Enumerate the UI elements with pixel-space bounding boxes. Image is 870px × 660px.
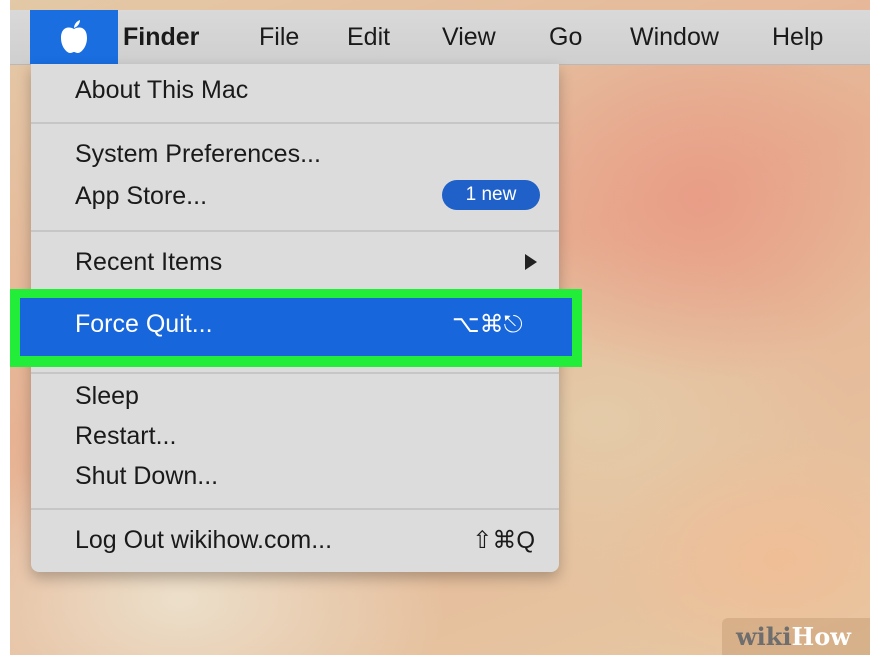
menu-item-sleep[interactable]: Sleep	[75, 382, 139, 411]
wikihow-watermark: wikiHow	[722, 618, 870, 655]
menu-item-log-out[interactable]: Log Out wikihow.com...	[75, 526, 332, 555]
menu-bar: Finder File Edit View Go Window Help	[10, 10, 870, 65]
menu-separator	[31, 122, 559, 124]
force-quit-shortcut: ⌥⌘⎋	[452, 311, 523, 338]
menubar-file[interactable]: File	[259, 10, 299, 64]
menu-separator	[31, 230, 559, 232]
log-out-shortcut: ⇧⌘Q	[472, 527, 535, 554]
menu-item-app-store[interactable]: App Store...	[75, 182, 207, 211]
menu-item-shut-down[interactable]: Shut Down...	[75, 462, 218, 491]
image-border	[0, 655, 870, 660]
watermark-wiki: wiki	[736, 622, 792, 651]
menu-item-system-preferences[interactable]: System Preferences...	[75, 140, 321, 169]
menubar-view[interactable]: View	[442, 10, 496, 64]
apple-menu-button[interactable]	[30, 10, 118, 64]
menu-item-restart[interactable]: Restart...	[75, 422, 176, 451]
force-quit-label: Force Quit...	[75, 310, 213, 338]
menubar-help[interactable]: Help	[772, 10, 823, 64]
watermark-how: How	[791, 622, 851, 651]
menubar-finder[interactable]: Finder	[123, 10, 199, 64]
menu-item-about-this-mac[interactable]: About This Mac	[75, 76, 248, 105]
menu-separator	[31, 372, 559, 374]
submenu-arrow-icon	[525, 254, 537, 270]
menubar-window[interactable]: Window	[630, 10, 719, 64]
app-store-badge: 1 new	[442, 180, 540, 210]
apple-icon	[61, 20, 87, 53]
menubar-edit[interactable]: Edit	[347, 10, 390, 64]
image-border	[0, 0, 10, 660]
menubar-go[interactable]: Go	[549, 10, 582, 64]
menu-separator	[31, 508, 559, 510]
menu-item-recent-items[interactable]: Recent Items	[75, 248, 222, 277]
